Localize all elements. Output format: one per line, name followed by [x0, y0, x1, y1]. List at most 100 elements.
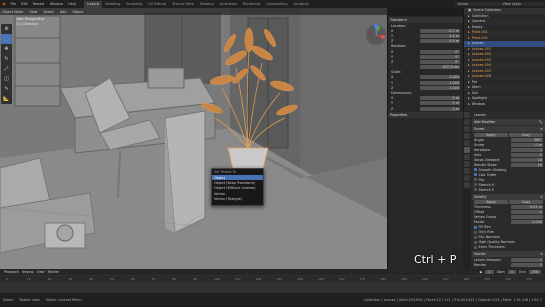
thickness-field[interactable]: 0.01 m	[511, 205, 543, 209]
copy-button[interactable]: Copy	[509, 132, 543, 137]
scale-z-field[interactable]: 1.000	[420, 85, 460, 90]
select-tool-icon[interactable]: ⬚	[1, 34, 12, 44]
cursor-tool-icon[interactable]: ⊕	[1, 24, 12, 34]
3d-viewport[interactable]	[0, 8, 387, 269]
dimension-y-field[interactable]: 0 m	[420, 101, 460, 106]
status-bar: Select Rotate View Object Context Menu C…	[0, 293, 545, 307]
timeline-menu-marker[interactable]: Marker	[48, 270, 60, 274]
screw-render-steps-field[interactable]: 16	[511, 162, 543, 167]
rotation-z-field[interactable]: 0°	[420, 59, 460, 64]
play-icon[interactable]: ▶	[480, 270, 483, 274]
dimension-x-field[interactable]: 0 m	[420, 96, 460, 101]
tab-rendering[interactable]: Rendering	[240, 1, 263, 8]
tab-compositing[interactable]: Compositing	[263, 1, 290, 8]
location-x-field[interactable]: -0.1 m	[420, 28, 460, 33]
close-icon[interactable]: ✕	[540, 127, 543, 131]
loc-y-label: Y	[391, 33, 394, 38]
dimension-z-field[interactable]: 0 m	[420, 106, 460, 111]
scale-y-field[interactable]: 1.000	[420, 80, 460, 85]
menu-edit[interactable]: Edit	[19, 2, 31, 6]
start-frame-field[interactable]: 1	[507, 270, 517, 274]
scene-tab-icon[interactable]	[464, 133, 470, 139]
menu-object[interactable]: Object	[70, 10, 85, 14]
properties-panel-header[interactable]: Properties	[388, 112, 463, 119]
outliner-item[interactable]: ▸ Window	[464, 102, 545, 108]
physics-tab-icon[interactable]	[464, 161, 470, 167]
apply-button[interactable]: Apply	[474, 200, 508, 204]
modifier-tab-icon[interactable]	[464, 147, 470, 153]
menu-render[interactable]: Render	[30, 2, 47, 6]
close-icon[interactable]: ✕	[540, 195, 543, 199]
rotate-tool-icon[interactable]: ↻	[1, 54, 12, 64]
copy-button[interactable]: Copy	[509, 200, 543, 204]
scale-x-field[interactable]: 1.000	[420, 75, 460, 80]
close-icon[interactable]: ✕	[540, 252, 543, 256]
parent-vertex-triangle-item[interactable]: Vertex (Triangle)	[212, 197, 263, 202]
blender-logo-icon[interactable]: ◉	[0, 2, 8, 6]
status-hint-context: Object Context Menu	[45, 298, 82, 302]
scale-tool-icon[interactable]: ⤢	[1, 64, 12, 74]
constraints-tab-icon[interactable]	[464, 168, 470, 174]
vertex-group-field[interactable]	[511, 215, 543, 219]
menu-add[interactable]: Add	[58, 10, 69, 14]
screw-iterations-field[interactable]: 1	[511, 147, 543, 152]
screw-screw-field[interactable]: 0 m	[511, 142, 543, 147]
dimensions-label: Dimensions:	[391, 91, 412, 96]
tab-uv-editing[interactable]: UV Editing	[145, 1, 169, 8]
tab-texture-paint[interactable]: Texture Paint	[169, 1, 197, 8]
scale-y-label: Y	[391, 80, 394, 85]
location-y-field[interactable]: 1.4 m	[420, 33, 460, 38]
object-tab-icon[interactable]	[464, 140, 470, 146]
factor-field[interactable]: 0.000	[511, 220, 543, 224]
data-tab-icon[interactable]	[464, 175, 470, 181]
transform-tool-icon[interactable]: ◫	[1, 74, 12, 84]
frame-tick-label: 90	[193, 277, 198, 281]
apply-button[interactable]: Apply	[474, 132, 508, 137]
scene-selector[interactable]: Scene	[455, 2, 500, 6]
tab-modeling[interactable]: Modeling	[102, 1, 123, 8]
tab-layout[interactable]: Layout	[84, 0, 102, 8]
navigation-gizmo[interactable]	[365, 24, 387, 46]
tab-shading[interactable]: Shading	[197, 1, 217, 8]
levels-render-field[interactable]: 2	[511, 262, 543, 267]
menu-file[interactable]: File	[8, 2, 19, 6]
parent-without-inverse-item[interactable]: Object (Without Inverse)	[212, 186, 263, 191]
menu-window[interactable]: Window	[47, 2, 65, 6]
rotation-x-field[interactable]: 0°	[420, 49, 460, 54]
screw-steps-field[interactable]: 16	[511, 157, 543, 162]
properties-tabs	[463, 111, 471, 269]
location-z-field[interactable]: 0.8 m	[420, 39, 460, 44]
stretch-v-checkbox[interactable]: Stretch V	[472, 187, 545, 192]
rotation-mode-select[interactable]: XYZ Euler	[420, 65, 460, 70]
even-thickness-checkbox[interactable]: Even Thickness	[472, 245, 545, 250]
timeline-ruler[interactable]: 0 10 20 30 40 50 60 70 80 90 100 110 120 130 140 150 160…	[0, 276, 545, 282]
mode-selector[interactable]: Object Mode	[0, 9, 26, 14]
render-tab-icon[interactable]	[464, 119, 470, 125]
levels-viewport-field[interactable]: 1	[511, 257, 543, 262]
frame-tick-label: 100	[214, 277, 220, 281]
menu-help[interactable]: Help	[66, 2, 79, 6]
menu-view[interactable]: View	[27, 10, 39, 14]
tab-scripting[interactable]: Scripting	[291, 1, 312, 8]
material-tab-icon[interactable]	[464, 182, 470, 188]
particles-tab-icon[interactable]	[464, 154, 470, 160]
tool-tab-icon[interactable]	[464, 112, 470, 118]
end-frame-field[interactable]: 250	[528, 270, 541, 274]
tab-animation[interactable]: Animation	[217, 1, 240, 8]
timeline-menu-view[interactable]: View	[37, 270, 45, 274]
output-tab-icon[interactable]	[464, 126, 470, 132]
add-modifier-button[interactable]: Add Modifier 🔧	[472, 118, 545, 125]
timeline-menu-playback[interactable]: Playback	[0, 270, 19, 274]
move-tool-icon[interactable]: ✥	[1, 44, 12, 54]
menu-select[interactable]: Select	[41, 10, 55, 14]
annotate-tool-icon[interactable]: ✎	[1, 84, 12, 94]
current-frame-field[interactable]: 1	[485, 270, 494, 274]
tab-sculpting[interactable]: Sculpting	[123, 1, 145, 8]
screw-axis-field[interactable]: Z	[511, 152, 543, 157]
view-layer-selector[interactable]: View Layer	[500, 2, 545, 6]
offset-field[interactable]: -1	[511, 210, 543, 214]
rotation-y-field[interactable]: 0°	[420, 54, 460, 59]
measure-tool-icon[interactable]: 📐	[1, 94, 12, 104]
timeline-menu-keying[interactable]: Keying	[22, 270, 33, 274]
screw-angle-field[interactable]: 360°	[511, 137, 543, 142]
